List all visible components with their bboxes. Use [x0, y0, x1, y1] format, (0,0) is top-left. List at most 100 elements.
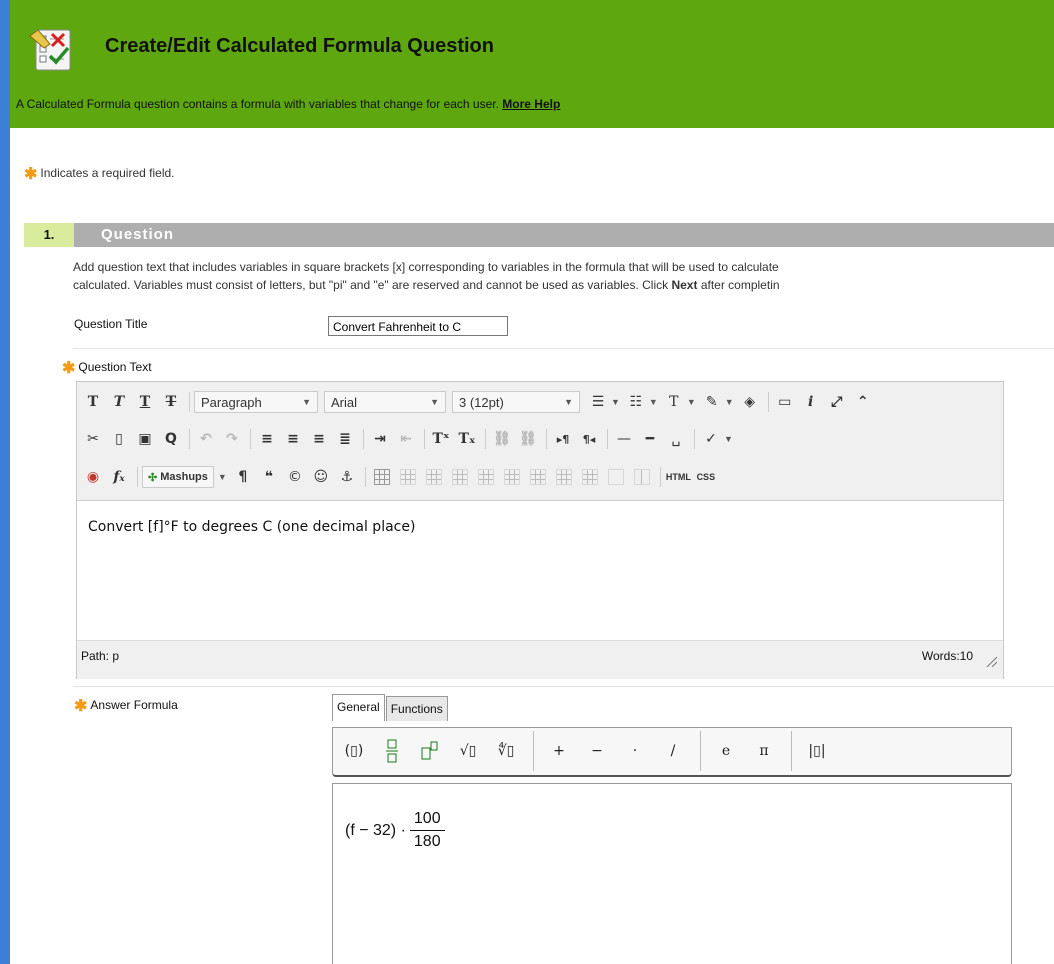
chevron-down-icon[interactable]: ▼: [724, 434, 733, 444]
split-cells-icon[interactable]: [630, 465, 654, 489]
divide-button[interactable]: /: [660, 736, 686, 766]
paste-icon[interactable]: ▣: [133, 427, 157, 451]
toolbar-separator: [791, 731, 792, 771]
formula-editor: General Functions (▯) √▯ ∜▯ + − · / e π …: [332, 693, 1014, 964]
bold-button[interactable]: T: [81, 390, 105, 414]
undo-icon[interactable]: ↶: [194, 427, 218, 451]
formula-fraction: 100 180: [409, 810, 445, 851]
more-help-link[interactable]: More Help: [502, 97, 560, 111]
format-select[interactable]: Paragraph ▼: [194, 391, 318, 413]
bullet-list-icon[interactable]: ☰: [586, 390, 610, 414]
copyright-icon[interactable]: ©: [283, 465, 307, 489]
chevron-down-icon[interactable]: ▼: [611, 397, 620, 407]
table-cell-props-icon[interactable]: [422, 465, 446, 489]
css-button[interactable]: CSS: [694, 465, 718, 489]
justify-icon[interactable]: ≣: [333, 427, 357, 451]
instructions-line-1: Add question text that includes variable…: [73, 260, 779, 274]
italic-button[interactable]: T: [107, 390, 131, 414]
align-center-icon[interactable]: ≡: [281, 427, 305, 451]
font-select-value: Arial: [331, 394, 358, 410]
chevron-down-icon[interactable]: ▼: [725, 397, 734, 407]
spellcheck-icon[interactable]: ✓: [699, 427, 723, 451]
font-select[interactable]: Arial ▼: [324, 391, 446, 413]
chevron-down-icon[interactable]: ▼: [649, 397, 658, 407]
insert-row-before-icon[interactable]: [448, 465, 472, 489]
absolute-value-icon[interactable]: |▯|: [804, 736, 830, 766]
resize-handle-icon[interactable]: [985, 655, 997, 667]
record-icon[interactable]: ◉: [81, 465, 105, 489]
highlight-icon[interactable]: ✎: [700, 390, 724, 414]
horizontal-rule-icon[interactable]: —: [612, 427, 636, 451]
toolbar-separator: [137, 467, 138, 487]
delete-col-icon[interactable]: [578, 465, 602, 489]
find-icon[interactable]: Q: [159, 427, 183, 451]
page-title: Create/Edit Calculated Formula Question: [105, 35, 494, 57]
emoticon-icon[interactable]: ☺: [309, 465, 333, 489]
indent-icon[interactable]: ⇥: [368, 427, 392, 451]
toolbar-separator: [485, 429, 486, 449]
rtl-icon[interactable]: ¶◂: [577, 427, 601, 451]
math-formula-icon[interactable]: fₓ: [107, 465, 131, 489]
insert-col-before-icon[interactable]: [526, 465, 550, 489]
anchor-icon[interactable]: ⚓: [335, 465, 359, 489]
info-icon[interactable]: i: [799, 390, 823, 414]
text-color-icon[interactable]: T: [662, 390, 686, 414]
toolbar-separator: [700, 731, 701, 771]
formula-input-area[interactable]: (f − 32) · 100 180: [332, 783, 1012, 964]
insert-table-icon[interactable]: [370, 465, 394, 489]
nonbreaking-space-icon[interactable]: ␣: [664, 427, 688, 451]
superscript-icon[interactable]: Tˣ: [429, 427, 453, 451]
merge-cells-icon[interactable]: [604, 465, 628, 489]
editor-path: Path: p: [81, 649, 119, 663]
editor-content-text: Convert [f]°F to degrees C (one decimal …: [88, 519, 416, 535]
table-row-props-icon[interactable]: [396, 465, 420, 489]
power-icon[interactable]: [417, 736, 443, 766]
mashups-button[interactable]: ✣ Mashups: [142, 466, 214, 488]
chevron-down-icon[interactable]: ▼: [218, 472, 227, 482]
fullscreen-icon[interactable]: ⤢: [825, 390, 849, 414]
align-right-icon[interactable]: ≡: [307, 427, 331, 451]
tab-general[interactable]: General: [332, 694, 385, 721]
editor-content-area[interactable]: Convert [f]°F to degrees C (one decimal …: [77, 501, 1003, 639]
chevron-down-icon[interactable]: ▼: [687, 397, 696, 407]
tab-functions[interactable]: Functions: [385, 696, 448, 721]
thick-rule-icon[interactable]: ━: [638, 427, 662, 451]
euler-constant-button[interactable]: e: [713, 736, 739, 766]
plus-button[interactable]: +: [546, 736, 572, 766]
html-source-button[interactable]: HTML: [665, 465, 692, 489]
outdent-icon[interactable]: ⇤: [394, 427, 418, 451]
eraser-icon[interactable]: ◈: [738, 390, 762, 414]
toolbar-separator: [250, 429, 251, 449]
numbered-list-icon[interactable]: ☷: [624, 390, 648, 414]
pi-constant-button[interactable]: π: [751, 736, 777, 766]
cut-icon[interactable]: ✂: [81, 427, 105, 451]
square-root-icon[interactable]: √▯: [455, 736, 481, 766]
unlink-icon[interactable]: ⛓: [516, 427, 540, 451]
toolbar-separator: [694, 429, 695, 449]
link-icon[interactable]: ⛓: [490, 427, 514, 451]
delete-row-icon[interactable]: [500, 465, 524, 489]
question-edit-icon: [28, 26, 76, 72]
multiply-button[interactable]: ·: [622, 736, 648, 766]
paragraph-mark-icon[interactable]: ¶: [231, 465, 255, 489]
editor-toolbar: T T T T Paragraph ▼ Arial ▼ 3 (12pt) ▼ ☰ ▼ ☷…: [77, 382, 1003, 501]
align-left-icon[interactable]: ≡: [255, 427, 279, 451]
underline-button[interactable]: T: [133, 390, 157, 414]
insert-row-after-icon[interactable]: [474, 465, 498, 489]
nth-root-icon[interactable]: ∜▯: [493, 736, 519, 766]
minus-button[interactable]: −: [584, 736, 610, 766]
ltr-icon[interactable]: ▸¶: [551, 427, 575, 451]
question-title-input[interactable]: Convert Fahrenheit to C: [328, 316, 508, 336]
redo-icon[interactable]: ↷: [220, 427, 244, 451]
strikethrough-button[interactable]: T: [159, 390, 183, 414]
parentheses-icon[interactable]: (▯): [341, 736, 367, 766]
preview-icon[interactable]: ▭: [773, 390, 797, 414]
collapse-toolbar-icon[interactable]: ⌃: [851, 390, 875, 414]
fraction-icon[interactable]: [379, 736, 405, 766]
insert-col-after-icon[interactable]: [552, 465, 576, 489]
copy-icon[interactable]: ▯: [107, 427, 131, 451]
size-select[interactable]: 3 (12pt) ▼: [452, 391, 580, 413]
quote-icon[interactable]: ❝: [257, 465, 281, 489]
path-label: Path:: [81, 649, 110, 663]
subscript-icon[interactable]: Tₓ: [455, 427, 479, 451]
